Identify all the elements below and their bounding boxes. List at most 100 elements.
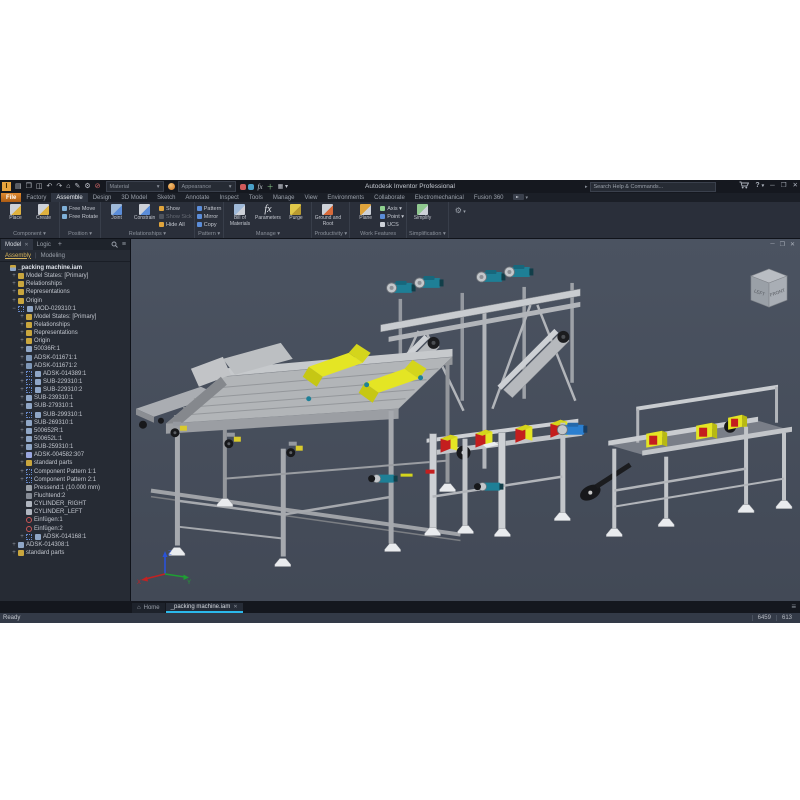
search-icon[interactable] — [111, 241, 118, 248]
expander-icon[interactable]: + — [19, 460, 25, 466]
expander-icon[interactable]: + — [11, 298, 17, 304]
ribbon-button-point[interactable]: Point ▾ — [380, 213, 404, 220]
tree-node-sub-239310-1[interactable]: +SUB-239310:1 — [0, 394, 130, 402]
ribbon-button-copy[interactable]: Copy — [197, 221, 222, 228]
restore-button[interactable]: ❐ — [781, 181, 787, 189]
tree-node-model-states-primary[interactable]: +Model States: [Primary] — [0, 313, 130, 321]
ribbon-tab-collaborate[interactable]: Collaborate — [369, 193, 410, 202]
expander-icon[interactable]: + — [19, 420, 25, 426]
ribbon-button-purge[interactable]: Purge — [282, 202, 309, 230]
mode-tab-modeling[interactable]: Modeling — [41, 253, 65, 259]
tree-node-model-states-primary[interactable]: +Model States: [Primary] — [0, 272, 130, 280]
ribbon-tab-view[interactable]: View — [300, 193, 323, 202]
search-expand-icon[interactable]: ▸ — [585, 184, 588, 190]
adjust-icon[interactable] — [240, 184, 246, 190]
close-icon[interactable]: ✕ — [24, 242, 28, 248]
document-tab-home[interactable]: ⌂Home — [132, 603, 165, 613]
ribbon-tab-annotate[interactable]: Annotate — [180, 193, 214, 202]
expander-icon[interactable]: + — [19, 355, 25, 361]
doc-restore-button[interactable]: ❐ — [780, 241, 785, 248]
layers-icon[interactable]: ▦ ▾ — [278, 183, 288, 190]
expander-icon[interactable]: + — [19, 452, 25, 458]
parameters-fx-icon[interactable]: fx — [258, 183, 263, 191]
undo-icon[interactable]: ↶ — [47, 183, 53, 190]
ribbon-button-ground-and-root[interactable]: Ground and Root — [314, 202, 341, 230]
tree-node-sub-279310-1[interactable]: +SUB-279310:1 — [0, 402, 130, 410]
expander-icon[interactable]: + — [19, 469, 25, 475]
inventor-app-icon[interactable]: I — [2, 182, 11, 191]
ribbon-tab-fusion-360[interactable]: Fusion 360 — [469, 193, 509, 202]
sketch-icon[interactable]: ✎ — [75, 183, 81, 190]
expander-icon[interactable]: + — [19, 322, 25, 328]
expander-icon[interactable]: + — [19, 444, 25, 450]
cart-icon[interactable] — [739, 181, 749, 189]
ribbon-group-label-relationships[interactable]: Relationships ▾ — [103, 230, 192, 238]
expander-icon[interactable]: + — [19, 395, 25, 401]
tree-node-adsk-011671-1[interactable]: +ADSK-011671:1 — [0, 354, 130, 362]
tree-node-adsk-011671-2[interactable]: +ADSK-011671:2 — [0, 362, 130, 370]
tree-node-adsk-014308-1[interactable]: +ADSK-014308:1 — [0, 541, 130, 549]
ribbon-button-place[interactable]: Place — [2, 202, 29, 230]
search-input[interactable]: Search Help & Commands... — [590, 182, 716, 192]
halt-icon[interactable]: ⊘ — [95, 183, 101, 190]
appearance-dropdown[interactable]: Appearance ▾ — [178, 181, 236, 192]
tree-node-representations[interactable]: +Representations — [0, 329, 130, 337]
ribbon-tab-environments[interactable]: Environments — [322, 193, 369, 202]
ribbon-button-plane[interactable]: Plane — [352, 202, 379, 230]
expander-icon[interactable]: + — [19, 363, 25, 369]
tree-node-mod-029310-1[interactable]: −MOD-029310:1 — [0, 305, 130, 313]
ribbon-button-pattern[interactable]: Pattern — [197, 205, 222, 212]
tree-node-cylinder-left[interactable]: CYLINDER_LEFT — [0, 508, 130, 516]
tree-node-relationships[interactable]: +Relationships — [0, 321, 130, 329]
expander-icon[interactable]: + — [19, 330, 25, 336]
ribbon-tab-inspect[interactable]: Inspect — [214, 193, 243, 202]
ribbon-button-free-rotate[interactable]: Free Rotate — [62, 213, 98, 220]
tree-node-einf-gen-1[interactable]: Einfügen:1 — [0, 516, 130, 524]
tree-node-origin[interactable]: +Origin — [0, 297, 130, 305]
panel-tab-logic[interactable]: Logic — [33, 239, 55, 250]
tree-node-sub-299310-1[interactable]: +SUB-299310:1 — [0, 411, 130, 419]
expander-icon[interactable]: + — [19, 379, 25, 385]
open-icon[interactable]: ❐ — [26, 183, 32, 190]
ribbon-group-label-simplification[interactable]: Simplification ▾ — [409, 230, 446, 238]
tree-node-representations[interactable]: +Representations — [0, 288, 130, 296]
tree-node-50036r-1[interactable]: +50036R:1 — [0, 345, 130, 353]
doc-minimize-button[interactable]: ─ — [770, 241, 774, 248]
expander-icon[interactable]: − — [11, 306, 17, 312]
save-icon[interactable]: ◫ — [36, 183, 43, 190]
ribbon-button-create[interactable]: Create — [30, 202, 57, 230]
ribbon-button-show-sick[interactable]: Show Sick — [159, 213, 192, 220]
ribbon-group-label-productivity[interactable]: Productivity ▾ — [314, 230, 347, 238]
ribbon-tab-assemble[interactable]: Assemble — [51, 193, 87, 202]
plus-icon[interactable]: ＋ — [267, 182, 274, 192]
minimize-button[interactable]: ─ — [770, 182, 775, 189]
ribbon-tab-file[interactable]: File — [1, 193, 21, 202]
tree-node-sub-229310-2[interactable]: +SUB-229310:2 — [0, 386, 130, 394]
tree-node-sub-259310-1[interactable]: +SUB-259310:1 — [0, 443, 130, 451]
ribbon-button-show[interactable]: Show — [159, 205, 192, 212]
ribbon-button-bill-of-materials[interactable]: Bill of Materials — [226, 202, 253, 230]
material-dropdown[interactable]: Material ▾ — [106, 181, 164, 192]
expander-icon[interactable]: + — [19, 403, 25, 409]
screencast-icon[interactable] — [513, 194, 524, 200]
help-icon[interactable]: ? ▾ — [755, 182, 764, 189]
ribbon-group-label-position[interactable]: Position ▾ — [62, 230, 98, 238]
expander-icon[interactable]: + — [11, 281, 17, 287]
viewport-canvas[interactable]: ─ ❐ ✕ LEFT FRONT — [131, 239, 800, 601]
expander-icon[interactable]: + — [19, 436, 25, 442]
ribbon-tab-sketch[interactable]: Sketch — [152, 193, 180, 202]
tree-node-adsk-004582-307[interactable]: +ADSK-004582:307 — [0, 451, 130, 459]
expander-icon[interactable]: + — [19, 412, 25, 418]
ribbon-button-hide-all[interactable]: Hide All — [159, 221, 192, 228]
doc-close-button[interactable]: ✕ — [790, 241, 795, 248]
clear-appearance-icon[interactable] — [248, 184, 254, 190]
mode-tab-assembly[interactable]: Assembly — [5, 253, 31, 259]
tree-node-cylinder-right[interactable]: CYLINDER_RIGHT — [0, 500, 130, 508]
expander-icon[interactable]: + — [19, 477, 25, 483]
expander-icon[interactable]: + — [19, 371, 25, 377]
tree-node-500652l-1[interactable]: +500652L:1 — [0, 435, 130, 443]
tree-node-standard-parts[interactable]: +standard parts — [0, 459, 130, 467]
redo-icon[interactable]: ↷ — [56, 183, 62, 190]
expander-icon[interactable]: + — [19, 387, 25, 393]
chevron-down-icon[interactable]: ▾ — [526, 195, 529, 202]
